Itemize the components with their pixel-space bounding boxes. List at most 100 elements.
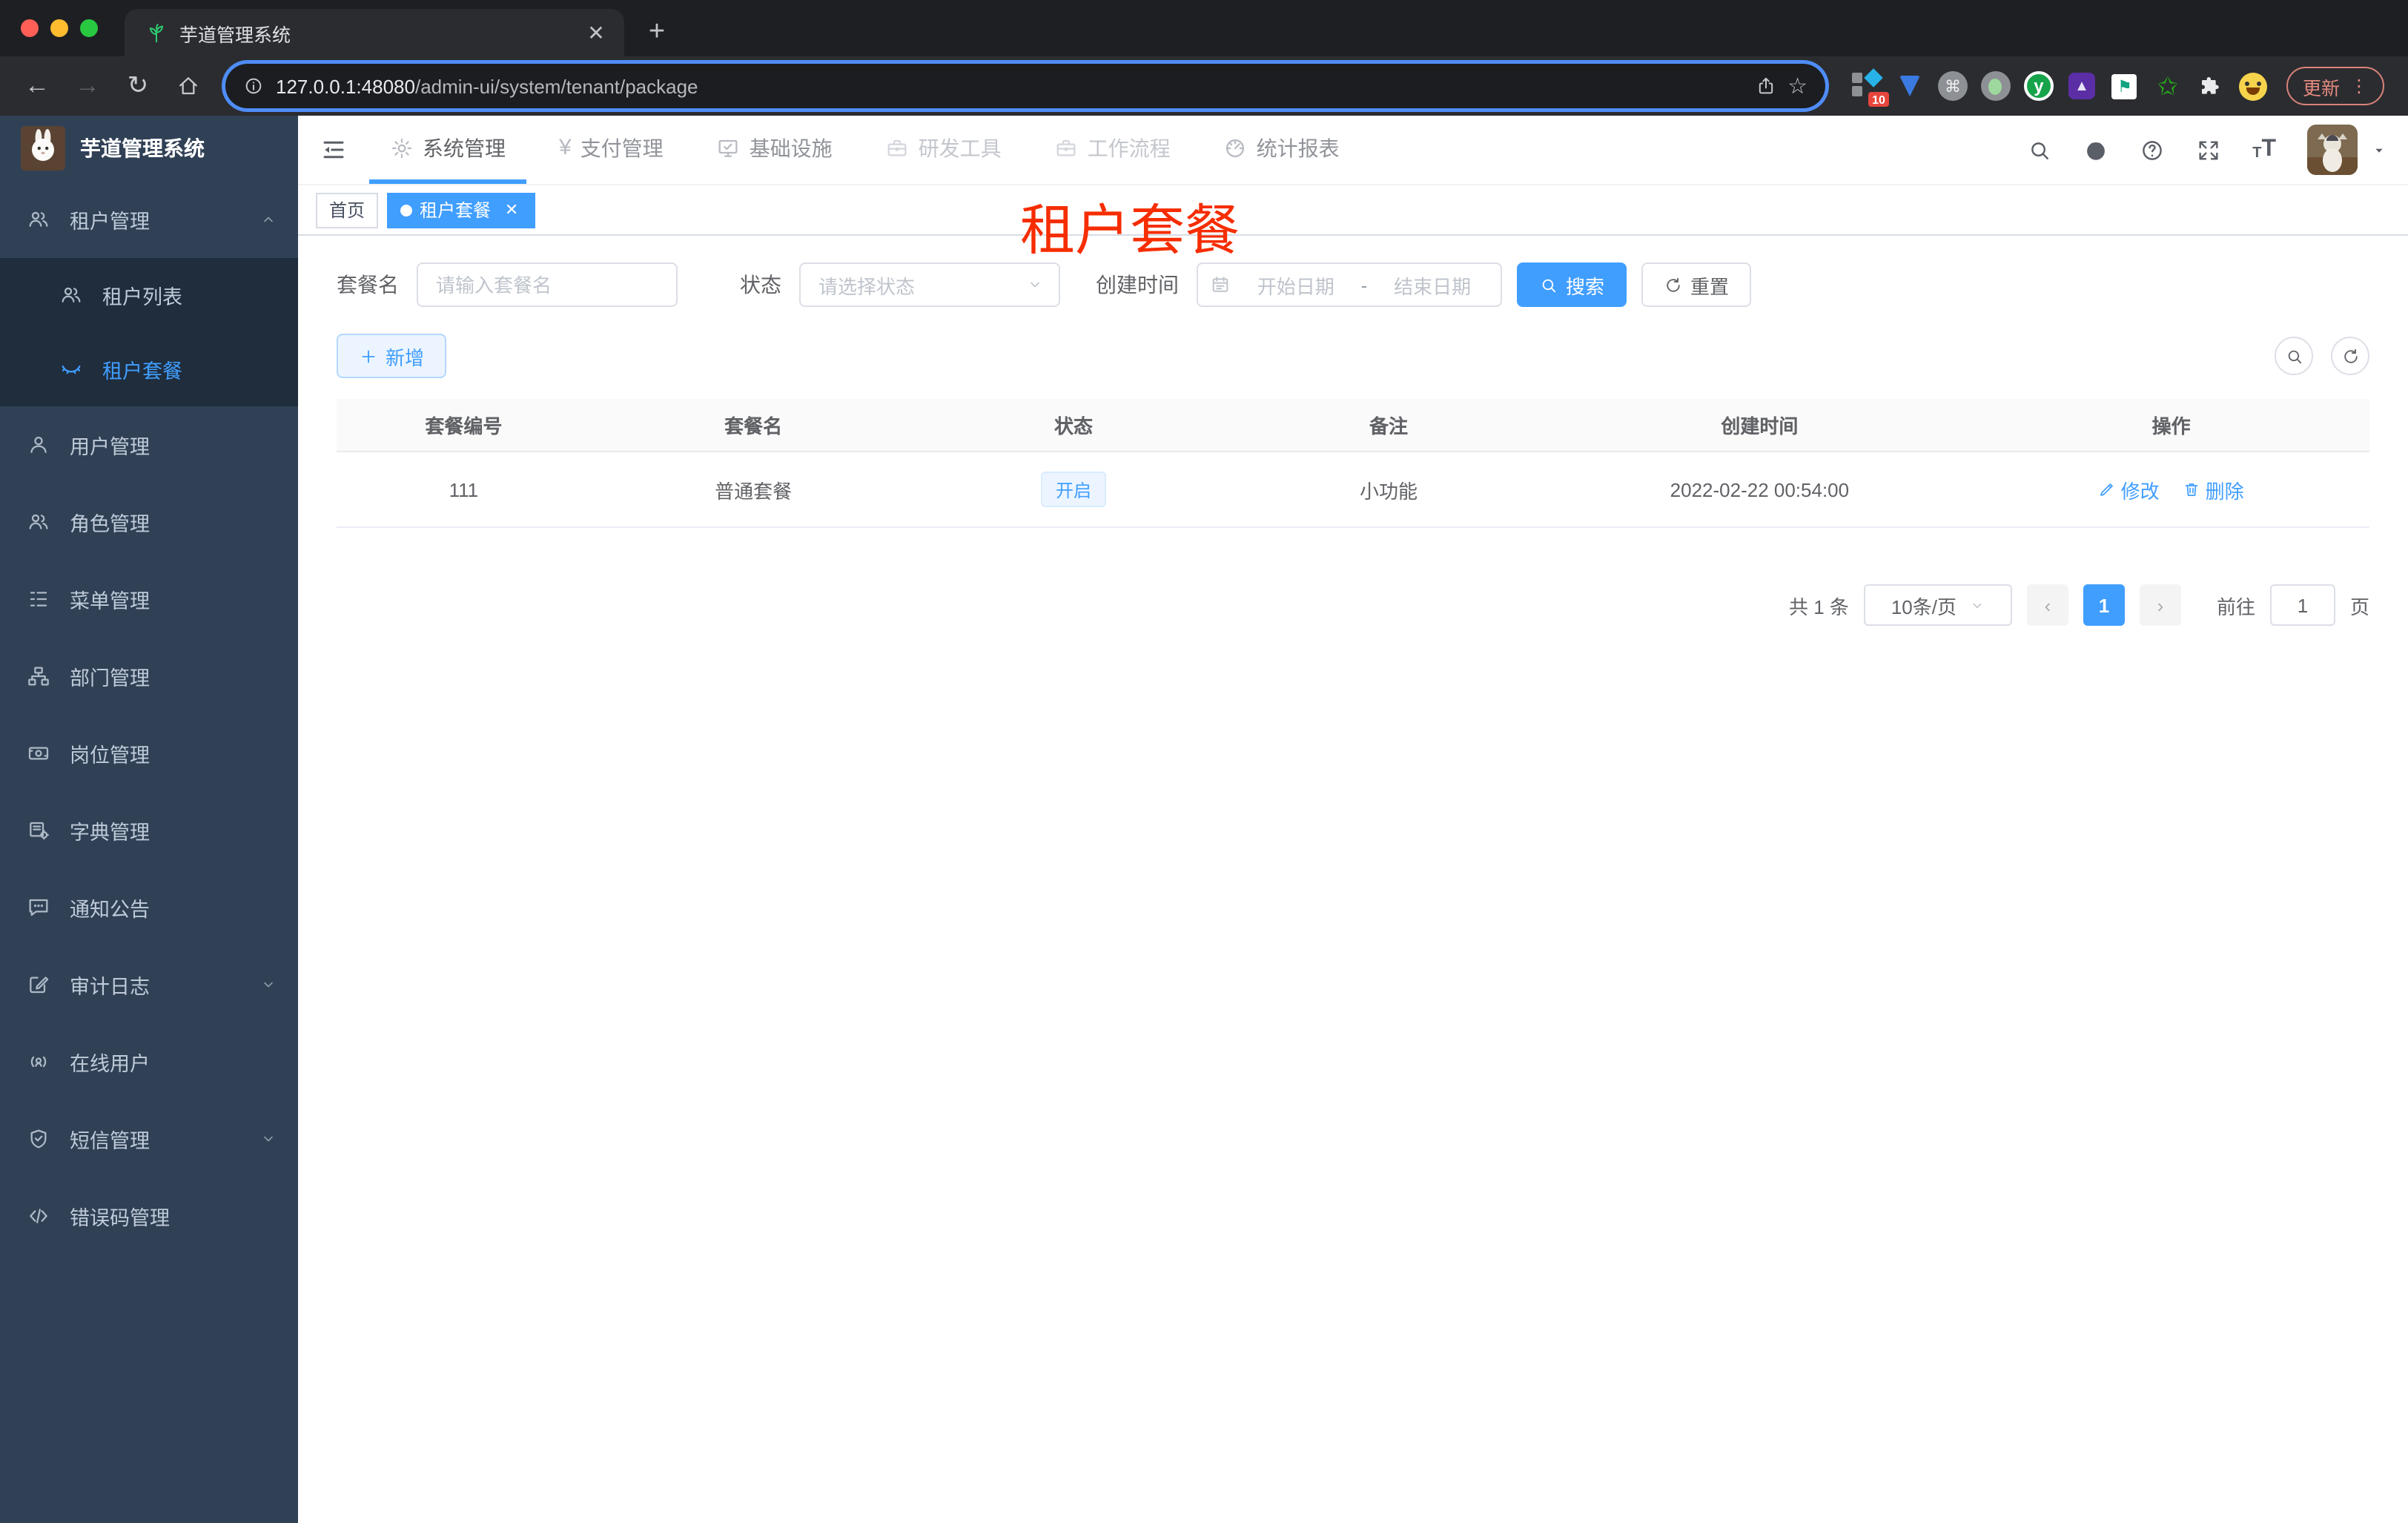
font-size-icon[interactable]: TT <box>2252 137 2276 162</box>
edit-link[interactable]: 修改 <box>2099 475 2160 503</box>
back-button[interactable]: ← <box>15 64 59 108</box>
logo-avatar <box>21 126 65 171</box>
reload-button[interactable]: ↻ <box>116 64 160 108</box>
sidebar-item-tenant-management[interactable]: 租户管理 <box>0 181 298 258</box>
caret-down-icon[interactable] <box>2371 142 2387 158</box>
search-button[interactable]: 搜索 <box>1517 262 1627 307</box>
sidebar-item-dict-management[interactable]: 字典管理 <box>0 792 298 869</box>
main-panel: 系统管理 ¥ 支付管理 基础设施 研发工具 工作流程 统计报表 T T 首页 租… <box>298 116 2408 1523</box>
extension-shield-icon[interactable]: ▲ <box>2067 71 2097 101</box>
minimize-window-button[interactable] <box>50 19 68 37</box>
search-icon[interactable] <box>2027 137 2052 162</box>
date-range-picker[interactable]: 开始日期 - 结束日期 <box>1197 262 1502 307</box>
status-label: 状态 <box>740 273 781 297</box>
goto-page-input[interactable] <box>2269 584 2335 626</box>
sidebar-item-tenant-package[interactable]: 租户套餐 <box>0 332 298 406</box>
next-page-button[interactable]: › <box>2139 584 2181 626</box>
profile-avatar-icon[interactable] <box>2239 71 2269 101</box>
app: 芋道管理系统 租户管理 租户列表 租户套餐 用户管理 角色管理 菜单管理 部门管… <box>0 116 2408 1523</box>
sidebar-item-online-users[interactable]: 在线用户 <box>0 1023 298 1100</box>
status-badge[interactable]: 开启 <box>1040 472 1106 507</box>
top-nav-dev-tools[interactable]: 研发工具 <box>865 116 1022 184</box>
extensions-area: 10 ⌘ y ▲ ⚑ ✩ <box>1840 68 2280 107</box>
extension-gem-icon[interactable] <box>1895 71 1925 101</box>
top-nav-system[interactable]: 系统管理 <box>369 116 526 184</box>
sidebar-logo[interactable]: 芋道管理系统 <box>0 116 298 181</box>
show-search-button[interactable] <box>2275 337 2313 375</box>
extension-star-icon[interactable]: ✩ <box>2153 71 2183 101</box>
package-name-input[interactable] <box>417 262 678 307</box>
sidebar-item-notice[interactable]: 通知公告 <box>0 869 298 946</box>
pen-icon <box>2099 480 2117 498</box>
reset-button[interactable]: 重置 <box>1641 262 1752 307</box>
share-icon[interactable] <box>1755 76 1776 96</box>
current-page[interactable]: 1 <box>2083 584 2125 626</box>
active-dot <box>400 204 413 216</box>
app-header: 系统管理 ¥ 支付管理 基础设施 研发工具 工作流程 统计报表 T T <box>298 116 2408 185</box>
browser-update-button[interactable]: 更新 ⋮ <box>2286 67 2384 105</box>
prev-page-button[interactable]: ‹ <box>2026 584 2068 626</box>
cell-package-name: 普通套餐 <box>590 452 916 528</box>
home-button[interactable] <box>166 64 211 108</box>
fullscreen-icon[interactable] <box>2196 137 2221 162</box>
page-size-select[interactable]: 10条/页 <box>1863 584 2012 626</box>
refresh-icon <box>1664 275 1683 294</box>
extension-command-icon[interactable]: ⌘ <box>1937 71 1968 101</box>
browser-tab[interactable]: 芋道管理系统 ✕ <box>125 9 624 56</box>
extension-flag-icon[interactable]: ⚑ <box>2110 71 2140 101</box>
delete-link[interactable]: 删除 <box>2183 475 2244 503</box>
col-remark: 备注 <box>1231 399 1547 452</box>
help-icon[interactable] <box>2140 137 2165 162</box>
sidebar-item-role-management[interactable]: 角色管理 <box>0 483 298 561</box>
top-nav-reports[interactable]: 统计报表 <box>1203 116 1360 184</box>
cell-package-id: 111 <box>337 452 591 528</box>
browser-menu-icon[interactable]: ⋮ <box>2350 76 2368 96</box>
close-window-button[interactable] <box>21 19 39 37</box>
address-bar[interactable]: 127.0.0.1:48080/admin-ui/system/tenant/p… <box>225 64 1825 108</box>
top-nav: 系统管理 ¥ 支付管理 基础设施 研发工具 工作流程 统计报表 <box>369 116 1360 184</box>
start-date-placeholder: 开始日期 <box>1257 275 1334 297</box>
new-tab-button[interactable]: + <box>636 12 678 53</box>
zoom-window-button[interactable] <box>80 19 98 37</box>
users-icon <box>27 510 50 534</box>
refresh-table-button[interactable] <box>2331 337 2369 375</box>
sidebar-fold-button[interactable] <box>298 116 369 184</box>
bookmark-star-icon[interactable]: ☆ <box>1787 73 1807 99</box>
sidebar-item-tenant-list[interactable]: 租户列表 <box>0 258 298 332</box>
tag-close-icon[interactable]: ✕ <box>501 199 522 220</box>
tag-home[interactable]: 首页 <box>316 192 379 228</box>
add-button[interactable]: 新增 <box>337 334 447 378</box>
status-select[interactable]: 请选择状态 <box>799 262 1060 307</box>
gauge-icon <box>1224 136 1248 159</box>
extension-tabs-icon[interactable]: 10 <box>1851 68 1889 107</box>
col-created: 创建时间 <box>1546 399 1974 452</box>
sidebar-item-user-management[interactable]: 用户管理 <box>0 406 298 483</box>
app-title: 芋道管理系统 <box>80 136 205 160</box>
top-nav-infrastructure[interactable]: 基础设施 <box>696 116 853 184</box>
top-nav-payment[interactable]: ¥ 支付管理 <box>538 116 684 184</box>
extension-record-icon[interactable] <box>1980 71 2011 101</box>
total-count: 共 1 条 <box>1789 595 1849 618</box>
extension-y-icon[interactable]: y <box>2023 71 2054 101</box>
tab-close-icon[interactable]: ✕ <box>583 19 609 46</box>
extensions-puzzle-icon[interactable] <box>2196 71 2226 101</box>
sidebar-item-error-code[interactable]: 错误码管理 <box>0 1177 298 1255</box>
site-info-icon[interactable] <box>243 76 264 96</box>
sidebar-item-dept-management[interactable]: 部门管理 <box>0 638 298 715</box>
sidebar-item-post-management[interactable]: 岗位管理 <box>0 715 298 792</box>
home-icon <box>176 74 200 98</box>
sidebar-item-menu-management[interactable]: 菜单管理 <box>0 561 298 638</box>
tag-tenant-package[interactable]: 租户套餐 ✕ <box>387 192 536 228</box>
table-header-row: 套餐编号 套餐名 状态 备注 创建时间 操作 <box>337 399 2369 452</box>
forward-button[interactable]: → <box>65 64 110 108</box>
screen: 芋道管理系统 ✕ + ← → ↻ 127.0.0.1:48080/admin-u… <box>0 0 2408 1523</box>
top-nav-workflow[interactable]: 工作流程 <box>1034 116 1191 184</box>
name-label: 套餐名 <box>337 273 399 297</box>
browser-tab-strip: 芋道管理系统 ✕ + <box>0 0 2408 56</box>
github-icon[interactable] <box>2083 137 2108 162</box>
sidebar-item-sms-management[interactable]: 短信管理 <box>0 1100 298 1177</box>
sidebar-item-audit-log[interactable]: 审计日志 <box>0 946 298 1023</box>
url-host: 127.0.0.1:48080 <box>276 75 415 97</box>
user-avatar[interactable] <box>2307 125 2358 175</box>
sidebar: 芋道管理系统 租户管理 租户列表 租户套餐 用户管理 角色管理 菜单管理 部门管… <box>0 116 298 1523</box>
